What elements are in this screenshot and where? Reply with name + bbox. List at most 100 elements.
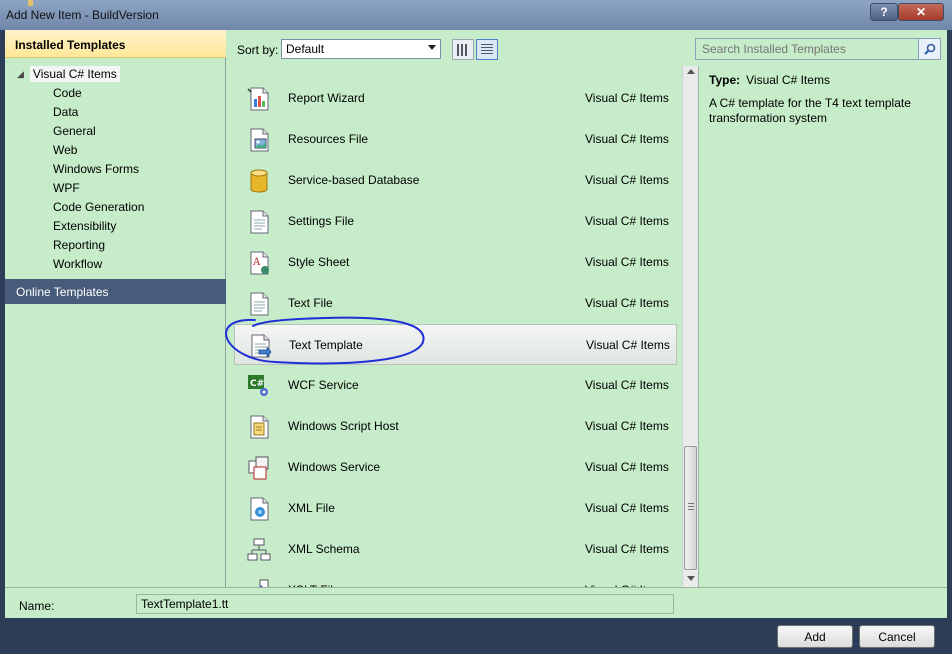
template-row-settings-file[interactable]: Settings File Visual C# Items <box>234 201 677 242</box>
template-row-resources-file[interactable]: Resources File Visual C# Items <box>234 119 677 160</box>
template-category: Visual C# Items <box>585 173 669 187</box>
database-icon <box>246 168 272 194</box>
template-name: XML Schema <box>288 542 360 556</box>
xslt-file-icon <box>246 578 272 587</box>
help-button[interactable]: ? <box>870 3 898 21</box>
name-row: Name: <box>5 587 947 618</box>
search-box[interactable] <box>695 38 941 60</box>
title-bar-accent <box>28 0 33 6</box>
installed-templates-header[interactable]: Installed Templates <box>5 30 226 58</box>
template-row-text-template[interactable]: Text Template Visual C# Items <box>234 324 677 365</box>
template-row-windows-service[interactable]: Windows Service Visual C# Items <box>234 447 677 488</box>
add-button[interactable]: Add <box>777 625 853 648</box>
script-host-icon <box>246 414 272 440</box>
tree-item-general[interactable]: General <box>53 124 96 138</box>
tree-root-visual-csharp[interactable]: ◢ Visual C# Items <box>17 66 120 82</box>
template-name: Text Template <box>289 338 363 352</box>
title-bar[interactable]: Add New Item - BuildVersion ? ✕ <box>0 0 952 30</box>
template-category: Visual C# Items <box>585 255 669 269</box>
template-row-report-wizard[interactable]: Report Wizard Visual C# Items <box>234 78 677 119</box>
text-file-icon <box>246 291 272 317</box>
sort-by-dropdown[interactable]: Default <box>281 39 441 59</box>
collapse-triangle-icon[interactable]: ◢ <box>17 69 24 80</box>
template-category: Visual C# Items <box>585 296 669 310</box>
tree-item-code[interactable]: Code <box>53 86 82 100</box>
close-icon: ✕ <box>915 5 927 19</box>
search-icon <box>923 43 935 55</box>
tree-item-extensibility[interactable]: Extensibility <box>53 219 116 233</box>
template-category: Visual C# Items <box>585 501 669 515</box>
medium-icons-view-button[interactable] <box>452 39 474 60</box>
template-category: Visual C# Items <box>585 132 669 146</box>
template-category: Visual C# Items <box>586 338 670 352</box>
settings-file-icon <box>246 209 272 235</box>
cancel-button[interactable]: Cancel <box>859 625 935 648</box>
name-input[interactable] <box>136 594 674 614</box>
template-row-xml-file[interactable]: XML File Visual C# Items <box>234 488 677 529</box>
window-title: Add New Item - BuildVersion <box>6 8 159 22</box>
scroll-down-icon[interactable] <box>687 576 695 581</box>
resources-file-icon <box>246 127 272 153</box>
template-name: Windows Service <box>288 460 381 474</box>
tree-item-wpf[interactable]: WPF <box>53 181 80 195</box>
help-icon: ? <box>880 5 888 19</box>
tree-root-label[interactable]: Visual C# Items <box>29 66 120 82</box>
grid-view-icon <box>457 43 469 56</box>
template-tree-pane: Installed Templates ◢ Visual C# Items Co… <box>5 30 226 587</box>
xml-file-icon <box>246 496 272 522</box>
report-wizard-icon <box>246 86 272 112</box>
grip-icon <box>688 503 694 511</box>
template-row-style-sheet[interactable]: A Style Sheet Visual C# Items <box>234 242 677 283</box>
list-view-icon <box>481 43 493 56</box>
scroll-thumb[interactable] <box>684 446 697 570</box>
wcf-service-icon: C# <box>246 373 272 399</box>
template-name: WCF Service <box>288 378 359 392</box>
template-category: Visual C# Items <box>585 460 669 474</box>
template-name: Settings File <box>288 214 355 228</box>
text-template-icon <box>247 333 273 359</box>
tree-item-web[interactable]: Web <box>53 143 77 157</box>
sort-by-value: Default <box>286 42 325 56</box>
template-name: Resources File <box>288 132 369 146</box>
template-name: Report Wizard <box>288 91 365 105</box>
tree-item-code-generation[interactable]: Code Generation <box>53 200 144 214</box>
template-row-service-based-database[interactable]: Service-based Database Visual C# Items <box>234 160 677 201</box>
template-row-xml-schema[interactable]: XML Schema Visual C# Items <box>234 529 677 570</box>
details-view-button[interactable] <box>476 39 498 60</box>
close-button[interactable]: ✕ <box>898 3 944 21</box>
tree-item-data[interactable]: Data <box>53 105 78 119</box>
type-value: Visual C# Items <box>746 73 830 87</box>
template-list: Report Wizard Visual C# Items Resources Fi… <box>232 66 683 587</box>
dropdown-arrow-icon <box>428 45 436 50</box>
template-name: Windows Script Host <box>288 419 399 433</box>
type-label: Type: <box>709 73 741 87</box>
template-row-wcf-service[interactable]: C# WCF Service Visual C# Items <box>234 365 677 406</box>
template-row-xslt-file[interactable]: XSLT FileVisual C# Items <box>234 570 677 587</box>
dialog-client: Installed Templates ◢ Visual C# Items Co… <box>5 30 947 649</box>
sort-by-label: Sort by: <box>237 43 279 57</box>
dialog-window: Add New Item - BuildVersion ? ✕ Installe… <box>0 0 952 654</box>
tree-item-reporting[interactable]: Reporting <box>53 238 105 252</box>
template-type: Type: Visual C# Items <box>709 73 830 87</box>
template-name: XML File <box>288 501 335 515</box>
search-input[interactable] <box>696 39 918 59</box>
scroll-up-icon[interactable] <box>687 69 695 74</box>
template-name: Text File <box>288 296 333 310</box>
template-row-text-file[interactable]: Text File Visual C# Items <box>234 283 677 324</box>
template-details-pane: Type: Visual C# Items A C# template for t… <box>698 66 947 587</box>
template-category: Visual C# Items <box>585 419 669 433</box>
online-templates-header[interactable]: Online Templates <box>5 279 226 304</box>
template-category: Visual C# Items <box>585 214 669 228</box>
name-label: Name: <box>19 599 55 613</box>
template-row-windows-script-host[interactable]: Windows Script Host Visual C# Items <box>234 406 677 447</box>
tree-item-windows-forms[interactable]: Windows Forms <box>53 162 139 176</box>
svg-text:A: A <box>252 257 261 268</box>
template-list-scrollbar[interactable] <box>682 66 698 587</box>
template-category: Visual C# Items <box>585 91 669 105</box>
style-sheet-icon: A <box>246 250 272 276</box>
search-button[interactable] <box>918 39 940 59</box>
template-description: A C# template for the T4 text template t… <box>709 96 911 125</box>
template-name: Service-based Database <box>288 173 420 187</box>
template-category: Visual C# Items <box>585 542 669 556</box>
tree-item-workflow[interactable]: Workflow <box>53 257 102 271</box>
